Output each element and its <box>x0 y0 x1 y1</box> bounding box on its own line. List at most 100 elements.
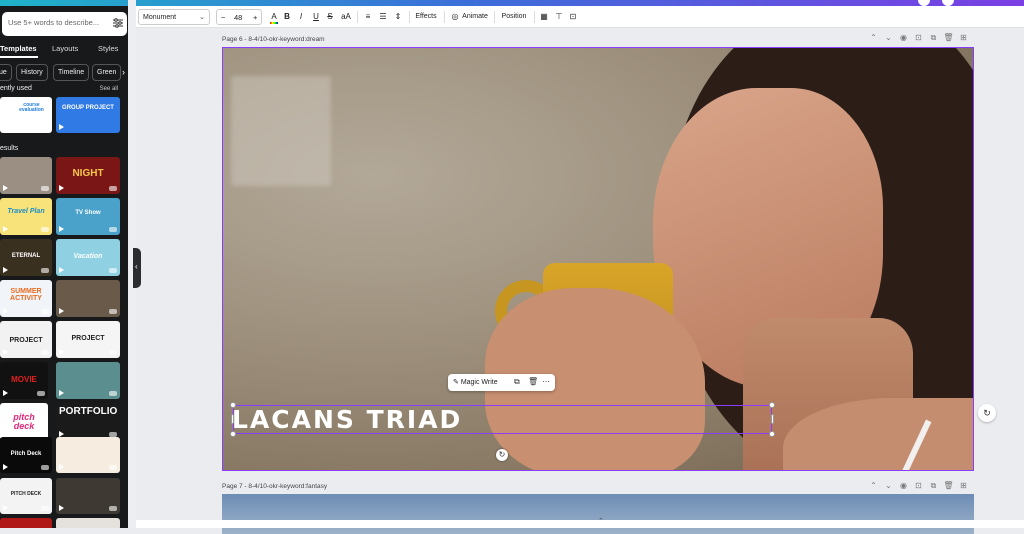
tab-styles[interactable]: Styles <box>98 44 118 53</box>
template-thumbnail[interactable]: PROJECT <box>0 321 52 358</box>
increase-size-button[interactable]: + <box>253 13 257 22</box>
more-icon[interactable]: ⋯ <box>542 377 550 386</box>
duplicate-icon[interactable]: ⧉ <box>926 33 941 43</box>
lock-icon[interactable]: ⊡ <box>568 10 578 24</box>
effects-button[interactable]: Effects <box>414 10 438 24</box>
duplicate-icon[interactable]: ⧉ <box>514 377 520 387</box>
align-left-icon[interactable]: ≡ <box>362 10 374 24</box>
template-thumbnail[interactable] <box>56 280 120 317</box>
template-thumbnail[interactable] <box>56 437 120 473</box>
chevron-up-icon[interactable]: ⌃ <box>866 481 881 490</box>
template-thumbnail[interactable]: Vacation <box>56 239 120 276</box>
eye-icon[interactable]: ◉ <box>896 481 911 490</box>
duplicate-icon[interactable]: ⧉ <box>926 481 941 491</box>
chip-timeline[interactable]: Timeline <box>53 64 90 81</box>
trash-icon[interactable]: 🗑 <box>941 33 956 42</box>
template-thumbnail[interactable] <box>0 518 52 528</box>
divider <box>444 11 445 23</box>
italic-button[interactable]: I <box>296 10 306 24</box>
lock-icon[interactable]: ⊡ <box>911 33 926 42</box>
page-controls: ⌃ ⌄ ◉ ⊡ ⧉ 🗑 ⊞ <box>866 481 971 491</box>
font-size-value[interactable]: 48 <box>234 13 242 22</box>
resize-handle[interactable] <box>230 431 236 437</box>
filter-icon[interactable] <box>112 17 124 29</box>
chevron-up-icon[interactable]: ⌃ <box>866 33 881 42</box>
page-title[interactable]: Page 7 - 8-4/10-okr-keyword:fantasy <box>222 483 327 490</box>
side-handle[interactable] <box>231 414 234 424</box>
chevron-down-icon[interactable]: ⌄ <box>881 481 896 490</box>
font-family-value: Monument <box>143 14 177 21</box>
position-button[interactable]: Position <box>500 10 528 24</box>
chevron-up-icon[interactable]: ⌃ <box>598 517 604 525</box>
template-thumbnail[interactable]: NIGHT <box>56 157 120 194</box>
recently-used-heading: ently used <box>0 85 32 92</box>
add-page-icon[interactable]: ⊞ <box>956 33 971 42</box>
chip-green[interactable]: Green <box>92 64 122 81</box>
template-thumbnail[interactable] <box>56 518 120 528</box>
search-placeholder: Use 5+ words to describe... <box>8 18 100 27</box>
bullet-list-icon[interactable]: ☰ <box>377 10 389 24</box>
divider <box>534 11 535 23</box>
strikethrough-button[interactable]: S <box>325 10 335 24</box>
template-thumbnail[interactable] <box>0 157 52 194</box>
filter-chips: ue History Timeline Green › <box>0 64 128 82</box>
template-thumbnail[interactable]: Pitch Deck <box>0 437 52 473</box>
magic-write-button[interactable]: ✎ Magic Write <box>453 378 498 386</box>
divider <box>409 11 410 23</box>
paint-roller-icon[interactable]: ⊤ <box>554 10 564 24</box>
rotate-icon[interactable]: ↻ <box>496 449 508 461</box>
chevron-down-icon: ⌄ <box>199 14 205 21</box>
font-size-stepper[interactable]: − 48 + <box>216 9 262 25</box>
active-tab-indicator <box>0 56 38 58</box>
page-controls: ⌃ ⌄ ◉ ⊡ ⧉ 🗑 ⊞ <box>866 33 971 43</box>
tab-templates[interactable]: Templates <box>0 44 37 53</box>
collapse-sidebar-button[interactable]: ‹ <box>133 248 141 288</box>
search-input[interactable]: Use 5+ words to describe... <box>2 12 127 36</box>
animate-button[interactable]: Animate <box>461 10 489 24</box>
line-spacing-icon[interactable]: ⇕ <box>392 10 404 24</box>
design-page[interactable] <box>222 494 974 534</box>
resize-handle[interactable] <box>769 402 775 408</box>
underline-button[interactable]: U <box>311 10 321 24</box>
template-thumbnail[interactable] <box>56 362 120 399</box>
background-frame <box>231 76 331 186</box>
chip-history[interactable]: History <box>16 64 48 81</box>
template-thumbnail[interactable]: SUMMER ACTIVITY <box>0 280 52 317</box>
decrease-size-button[interactable]: − <box>221 13 225 22</box>
see-all-link[interactable]: See all <box>100 86 118 92</box>
template-thumbnail[interactable] <box>56 478 120 514</box>
editor-toolbar: Monument ⌄ − 48 + A B I U S aA ≡ ☰ ⇕ Eff… <box>136 6 1024 28</box>
template-thumbnail[interactable]: pitch deck <box>0 403 48 440</box>
template-thumbnail[interactable]: TV Show <box>56 198 120 235</box>
bold-button[interactable]: B <box>282 10 292 24</box>
chevron-right-icon[interactable]: › <box>122 67 125 77</box>
chip[interactable]: ue <box>0 64 12 81</box>
chevron-left-icon: ‹ <box>135 262 138 271</box>
template-thumbnail[interactable]: GROUP PROJECT <box>56 97 120 133</box>
font-family-select[interactable]: Monument ⌄ <box>138 9 210 25</box>
side-handle[interactable] <box>771 414 774 424</box>
refresh-icon[interactable]: ↻ <box>978 404 996 422</box>
template-thumbnail[interactable]: course evaluation <box>0 97 52 133</box>
tab-layouts[interactable]: Layouts <box>52 44 78 53</box>
template-thumbnail[interactable]: MOVIE <box>0 362 48 399</box>
template-thumbnail[interactable]: PORTFOLIO <box>56 403 120 440</box>
resize-handle[interactable] <box>230 402 236 408</box>
add-page-icon[interactable]: ⊞ <box>956 481 971 490</box>
template-thumbnail[interactable]: ETERNAL <box>0 239 52 276</box>
trash-icon[interactable]: 🗑 <box>528 377 538 386</box>
letter-case-button[interactable]: aA <box>339 10 353 24</box>
template-thumbnail[interactable]: Travel Plan <box>0 198 52 235</box>
page-title[interactable]: Page 6 - 8-4/10-okr-keyword:dream <box>222 36 325 43</box>
resize-handle[interactable] <box>769 431 775 437</box>
bottom-bar: ⌃ <box>136 517 1024 528</box>
trash-icon[interactable]: 🗑 <box>941 481 956 490</box>
template-thumbnail[interactable]: PITCH DECK <box>0 478 52 514</box>
text-color-icon[interactable]: A <box>268 10 280 24</box>
lock-icon[interactable]: ⊡ <box>911 481 926 490</box>
transparency-icon[interactable]: ▦ <box>539 10 549 24</box>
template-thumbnail[interactable]: PROJECT <box>56 321 120 358</box>
chevron-down-icon[interactable]: ⌄ <box>881 33 896 42</box>
eye-icon[interactable]: ◉ <box>896 33 911 42</box>
selection-box <box>233 405 772 434</box>
